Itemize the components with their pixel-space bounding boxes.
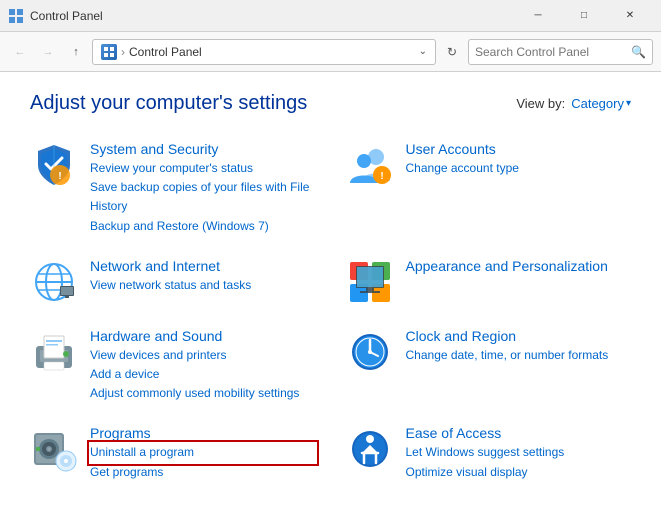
system-security-title[interactable]: System and Security xyxy=(90,141,316,157)
viewby-arrow-icon: ▾ xyxy=(626,98,631,109)
viewby-dropdown[interactable]: Category ▾ xyxy=(571,96,631,111)
window-controls: ─ □ ✕ xyxy=(515,0,653,32)
category-ease-access: Ease of Access Let Windows suggest setti… xyxy=(346,419,632,487)
programs-icon xyxy=(30,425,78,473)
svg-text:!: ! xyxy=(58,171,61,182)
page-title: Adjust your computer's settings xyxy=(30,92,307,115)
app-icon xyxy=(8,8,24,24)
up-button[interactable]: ↑ xyxy=(64,40,88,64)
categories-grid: ! System and Security Review your comput… xyxy=(30,135,631,488)
mobility-settings-link[interactable]: Adjust commonly used mobility settings xyxy=(90,384,316,403)
viewby-value-text: Category xyxy=(571,96,624,111)
view-network-status-link[interactable]: View network status and tasks xyxy=(90,276,316,295)
breadcrumb-folder-icon xyxy=(101,44,117,60)
category-user-accounts: ! User Accounts Change account type xyxy=(346,135,632,242)
category-appearance: Appearance and Personalization xyxy=(346,252,632,312)
ease-access-title[interactable]: Ease of Access xyxy=(406,425,632,441)
user-accounts-icon: ! xyxy=(346,141,394,189)
breadcrumb-dropdown-icon[interactable]: ⌄ xyxy=(419,46,427,57)
svg-text:!: ! xyxy=(380,171,383,182)
network-icon xyxy=(30,258,78,306)
user-accounts-content: User Accounts Change account type xyxy=(406,141,632,178)
category-hardware: Hardware and Sound View devices and prin… xyxy=(30,322,316,410)
titlebar: Control Panel ─ □ ✕ xyxy=(0,0,661,32)
forward-button[interactable]: → xyxy=(36,40,60,64)
addressbar: ← → ↑ › Control Panel ⌄ ↻ 🔍 xyxy=(0,32,661,72)
user-accounts-title[interactable]: User Accounts xyxy=(406,141,632,157)
view-devices-printers-link[interactable]: View devices and printers xyxy=(90,346,316,365)
back-button[interactable]: ← xyxy=(8,40,32,64)
save-backup-link[interactable]: Save backup copies of your files with Fi… xyxy=(90,178,316,216)
search-icon: 🔍 xyxy=(631,45,646,59)
ease-access-content: Ease of Access Let Windows suggest setti… xyxy=(406,425,632,481)
breadcrumb-separator: › xyxy=(121,45,125,59)
ease-access-icon xyxy=(346,425,394,473)
review-computer-status-link[interactable]: Review your computer's status xyxy=(90,159,316,178)
forward-icon: → xyxy=(43,46,54,58)
hardware-content: Hardware and Sound View devices and prin… xyxy=(90,328,316,404)
window-title: Control Panel xyxy=(30,9,515,23)
category-programs: Programs Uninstall a program Get program… xyxy=(30,419,316,487)
appearance-title[interactable]: Appearance and Personalization xyxy=(406,258,632,274)
let-windows-suggest-link[interactable]: Let Windows suggest settings xyxy=(406,443,632,462)
optimize-visual-link[interactable]: Optimize visual display xyxy=(406,463,632,482)
page-header: Adjust your computer's settings View by:… xyxy=(30,92,631,115)
get-programs-link[interactable]: Get programs xyxy=(90,463,316,482)
viewby-control: View by: Category ▾ xyxy=(516,96,631,111)
clock-icon xyxy=(346,328,394,376)
up-icon: ↑ xyxy=(73,46,79,58)
system-security-icon: ! xyxy=(30,141,78,189)
appearance-content: Appearance and Personalization xyxy=(406,258,632,276)
close-button[interactable]: ✕ xyxy=(607,0,653,32)
maximize-button[interactable]: □ xyxy=(561,0,607,32)
refresh-icon: ↻ xyxy=(447,45,457,59)
clock-title[interactable]: Clock and Region xyxy=(406,328,632,344)
network-content: Network and Internet View network status… xyxy=(90,258,316,295)
minimize-button[interactable]: ─ xyxy=(515,0,561,32)
category-clock: Clock and Region Change date, time, or n… xyxy=(346,322,632,410)
search-input[interactable] xyxy=(475,45,631,59)
category-system-security: ! System and Security Review your comput… xyxy=(30,135,316,242)
breadcrumb-text: Control Panel xyxy=(129,45,202,59)
refresh-button[interactable]: ↻ xyxy=(440,40,464,64)
hardware-icon xyxy=(30,328,78,376)
programs-title[interactable]: Programs xyxy=(90,425,316,441)
uninstall-program-link[interactable]: Uninstall a program xyxy=(90,443,316,462)
change-datetime-link[interactable]: Change date, time, or number formats xyxy=(406,346,632,365)
search-box[interactable]: 🔍 xyxy=(468,39,653,65)
add-device-link[interactable]: Add a device xyxy=(90,365,316,384)
programs-content: Programs Uninstall a program Get program… xyxy=(90,425,316,481)
main-content: Adjust your computer's settings View by:… xyxy=(0,72,661,508)
appearance-icon xyxy=(346,258,394,306)
hardware-title[interactable]: Hardware and Sound xyxy=(90,328,316,344)
back-icon: ← xyxy=(15,46,26,58)
viewby-label: View by: xyxy=(516,96,565,111)
clock-content: Clock and Region Change date, time, or n… xyxy=(406,328,632,365)
breadcrumb-bar[interactable]: › Control Panel ⌄ xyxy=(92,39,436,65)
network-title[interactable]: Network and Internet xyxy=(90,258,316,274)
category-network: Network and Internet View network status… xyxy=(30,252,316,312)
change-account-type-link[interactable]: Change account type xyxy=(406,159,632,178)
system-security-content: System and Security Review your computer… xyxy=(90,141,316,236)
backup-restore-link[interactable]: Backup and Restore (Windows 7) xyxy=(90,217,316,236)
